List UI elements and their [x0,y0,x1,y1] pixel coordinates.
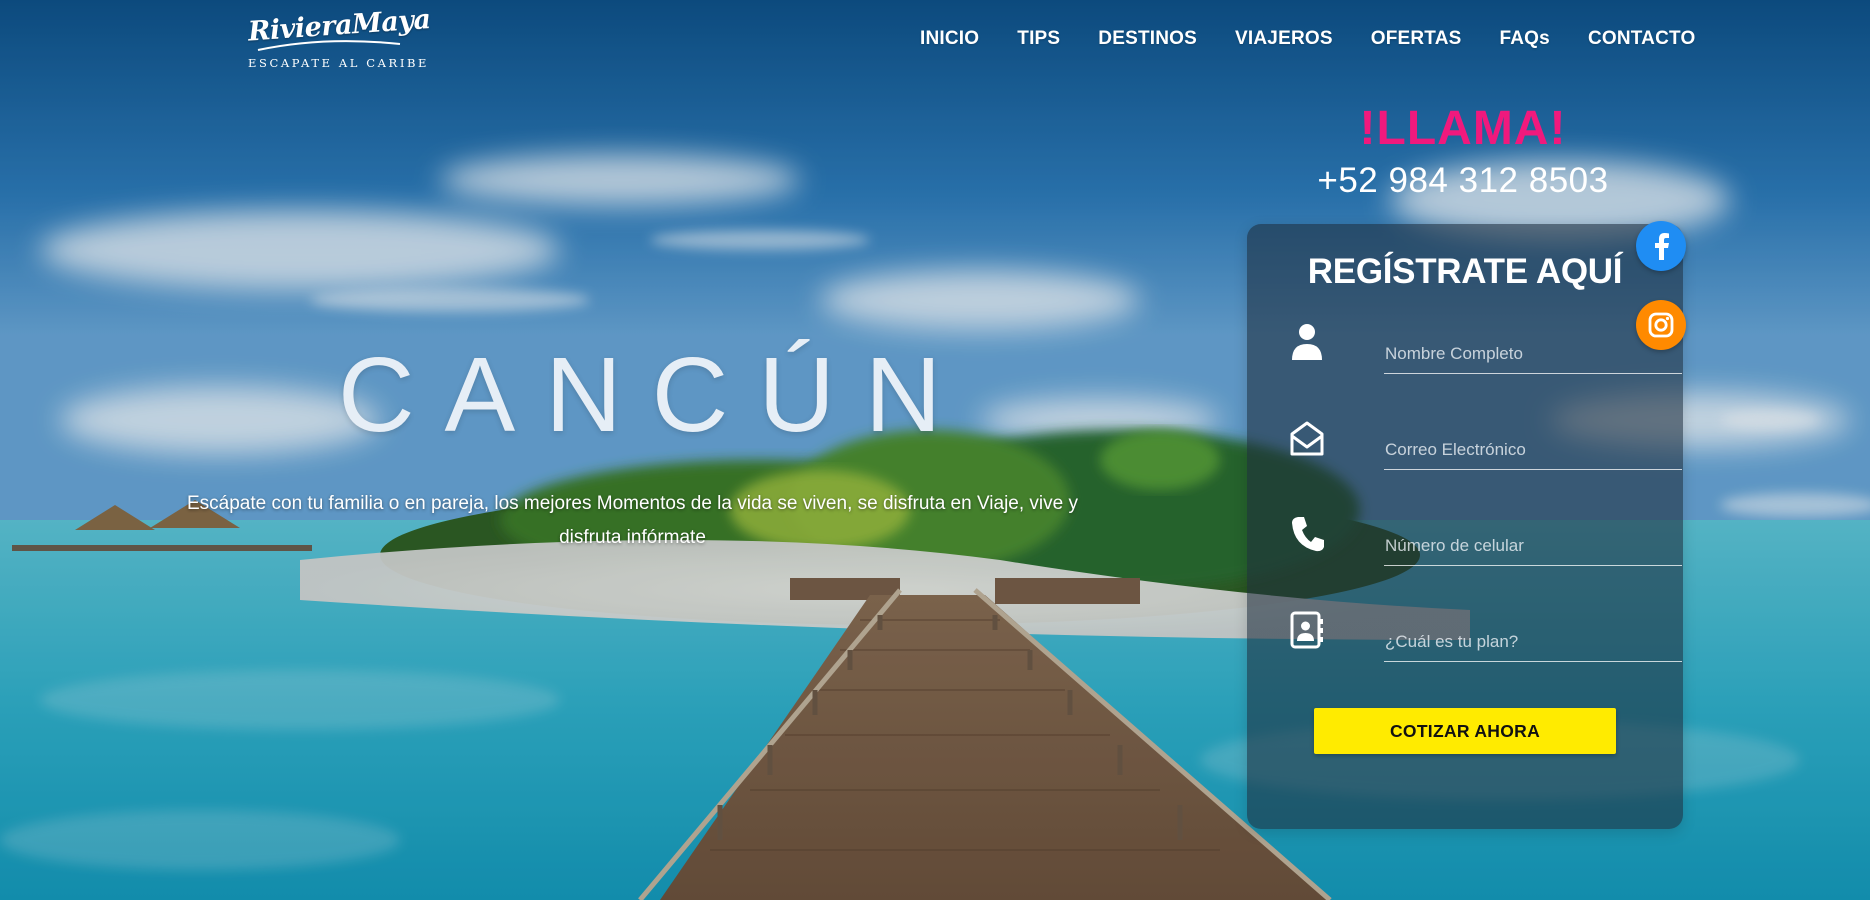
registration-form: REGÍSTRATE AQUÍ COTIZAR AHORA [1247,224,1683,829]
user-icon [1292,324,1322,360]
nav-link-contacto[interactable]: CONTACTO [1588,28,1696,50]
plan-field-group [1289,610,1682,670]
brand-logo[interactable]: RivieraMaya ESCAPATE AL CARIBE [247,4,431,70]
plan-input[interactable] [1384,626,1682,662]
nav-link-ofertas[interactable]: OFERTAS [1371,28,1462,50]
call-block: !LLAMA! +52 984 312 8503 [1248,100,1678,204]
nav-link-destinos[interactable]: DESTINOS [1098,28,1197,50]
name-input[interactable] [1384,338,1682,374]
main-nav: INICIO TIPS DESTINOS VIAJEROS OFERTAS FA… [920,28,1695,50]
hero-subtitle: Escápate con tu familia o en pareja, los… [187,493,1078,548]
address-book-icon [1290,611,1323,649]
email-input[interactable] [1384,434,1682,470]
nav-link-faqs[interactable]: FAQs [1500,28,1550,50]
phone-input[interactable] [1384,530,1682,566]
facebook-button[interactable] [1636,221,1686,271]
instagram-button[interactable] [1636,300,1686,350]
nav-link-viajeros[interactable]: VIAJEROS [1235,28,1333,50]
nav-link-tips[interactable]: TIPS [1017,28,1060,50]
call-heading: !LLAMA! [1359,102,1567,155]
email-field-group [1289,418,1682,478]
logo-tagline: ESCAPATE AL CARIBE [248,56,430,70]
nav-link-inicio[interactable]: INICIO [920,28,979,50]
instagram-icon [1648,312,1674,338]
phone-icon [1292,517,1324,552]
logo-swoosh-graphic [257,40,401,51]
form-title: REGÍSTRATE AQUÍ [1307,252,1623,291]
phone-field-group [1289,514,1682,574]
hero-title: CANCÚN [338,336,972,454]
envelope-open-icon [1290,421,1324,456]
cotizar-ahora-button[interactable]: COTIZAR AHORA [1314,708,1616,754]
name-field-group [1289,322,1682,382]
call-phone-number[interactable]: +52 984 312 8503 [1248,158,1678,204]
facebook-icon [1655,233,1669,260]
